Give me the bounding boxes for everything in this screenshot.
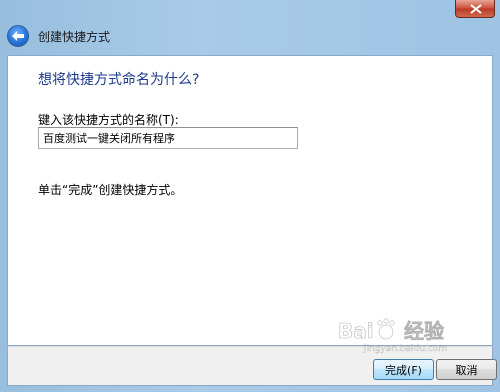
close-button[interactable] [455, 0, 495, 18]
shortcut-name-input[interactable] [38, 127, 298, 149]
baidu-jingyan-watermark: Bai 经验 jingyan.baidu.com [338, 318, 447, 354]
cancel-button[interactable]: 取消 [436, 359, 497, 380]
shortcut-name-label: 键入该快捷方式的名称(T): [38, 113, 179, 127]
svg-text:经验: 经验 [404, 319, 444, 343]
finish-button[interactable]: 完成(F) [373, 359, 434, 380]
close-icon [470, 4, 482, 14]
back-arrow-icon [12, 31, 24, 41]
wizard-content: 想将快捷方式命名为什么? 键入该快捷方式的名称(T): 单击“完成”创建快捷方式… [7, 55, 493, 346]
page-heading: 想将快捷方式命名为什么? [38, 72, 200, 88]
svg-text:jingyan.baidu.com: jingyan.baidu.com [363, 344, 447, 354]
svg-text:Bai: Bai [338, 319, 374, 343]
window-frame: 创建快捷方式 想将快捷方式命名为什么? 键入该快捷方式的名称(T): 单击“完成… [0, 0, 500, 392]
wizard-title: 创建快捷方式 [38, 30, 111, 44]
finish-hint: 单击“完成”创建快捷方式。 [38, 183, 183, 197]
back-button[interactable] [7, 25, 29, 47]
